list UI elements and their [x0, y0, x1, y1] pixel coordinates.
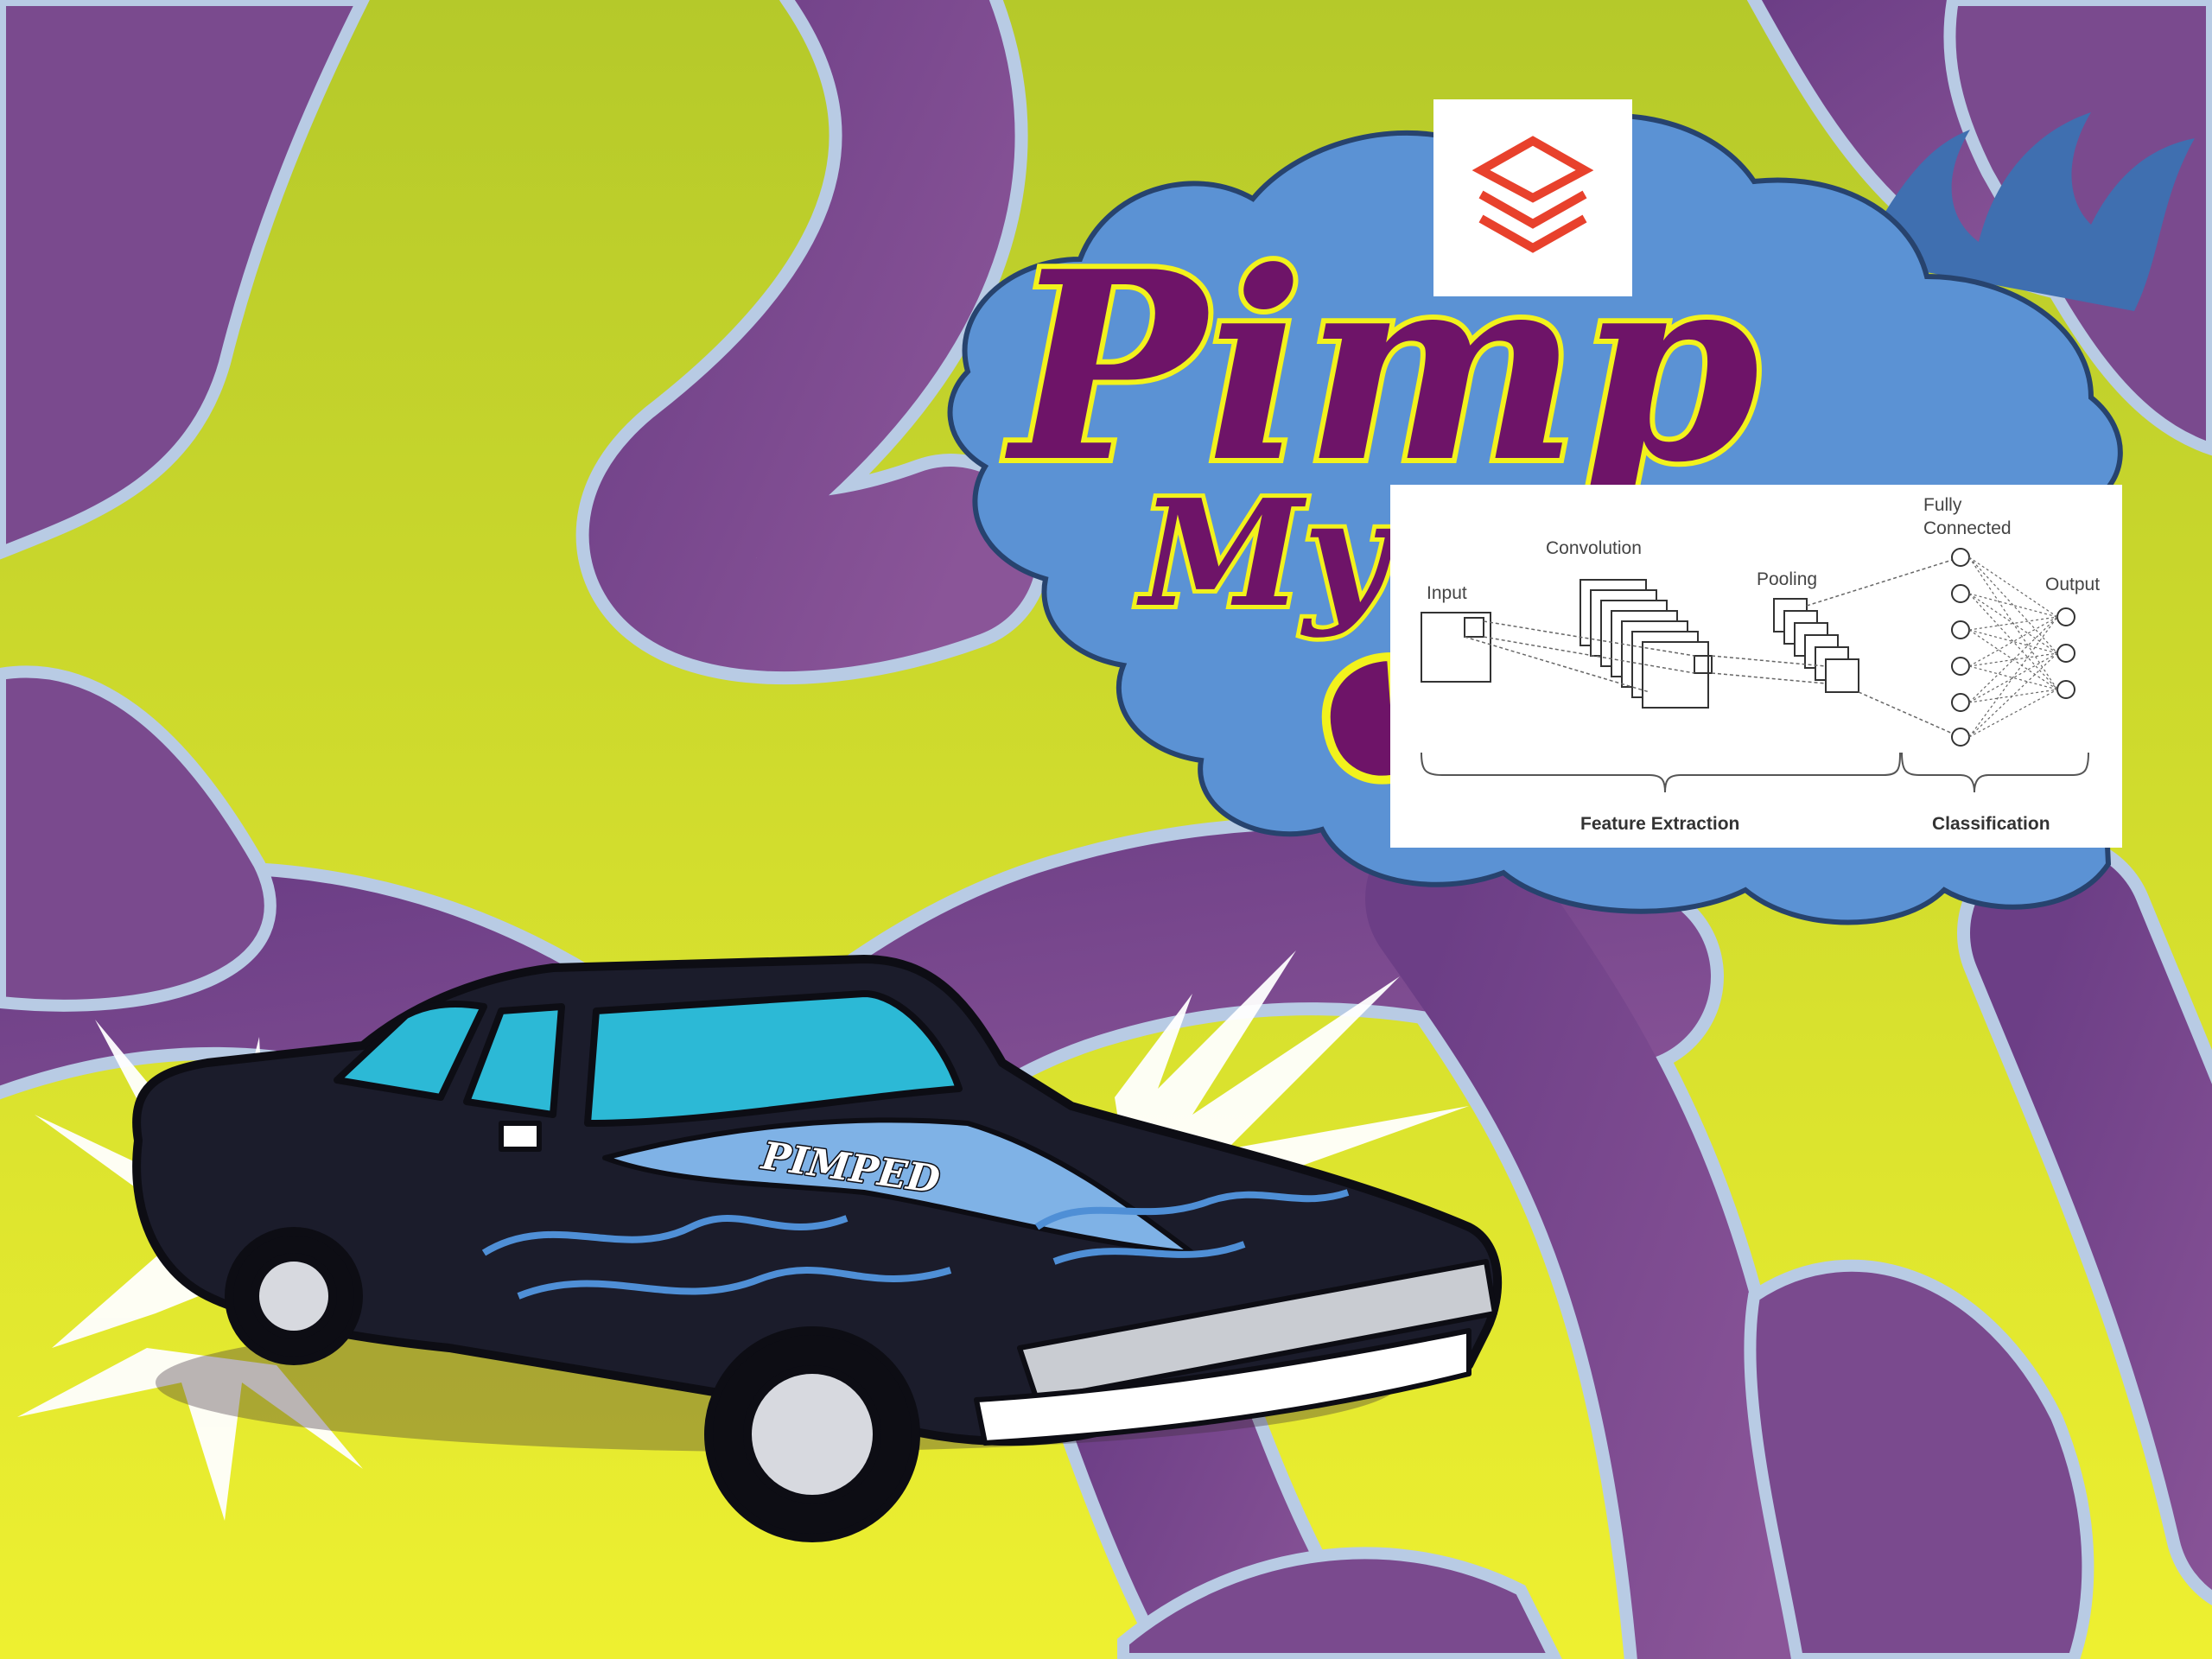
logo-box: [1433, 99, 1632, 296]
label-feature-extraction: Feature Extraction: [1580, 814, 1739, 834]
label-classification: Classification: [1932, 814, 2050, 834]
title-line-2: My: [1136, 467, 1397, 640]
label-input: Input: [1427, 583, 1467, 603]
label-output: Output: [2045, 575, 2100, 594]
stacked-layers-icon: [1471, 136, 1594, 253]
cnn-diagram: Input Convolution Pooling Fully Connecte…: [1390, 485, 2122, 848]
label-fully-connected-2: Connected: [1923, 518, 2012, 538]
label-pooling: Pooling: [1757, 569, 1817, 589]
label-fully-connected-1: Fully: [1923, 495, 1962, 515]
label-convolution: Convolution: [1546, 538, 1642, 558]
